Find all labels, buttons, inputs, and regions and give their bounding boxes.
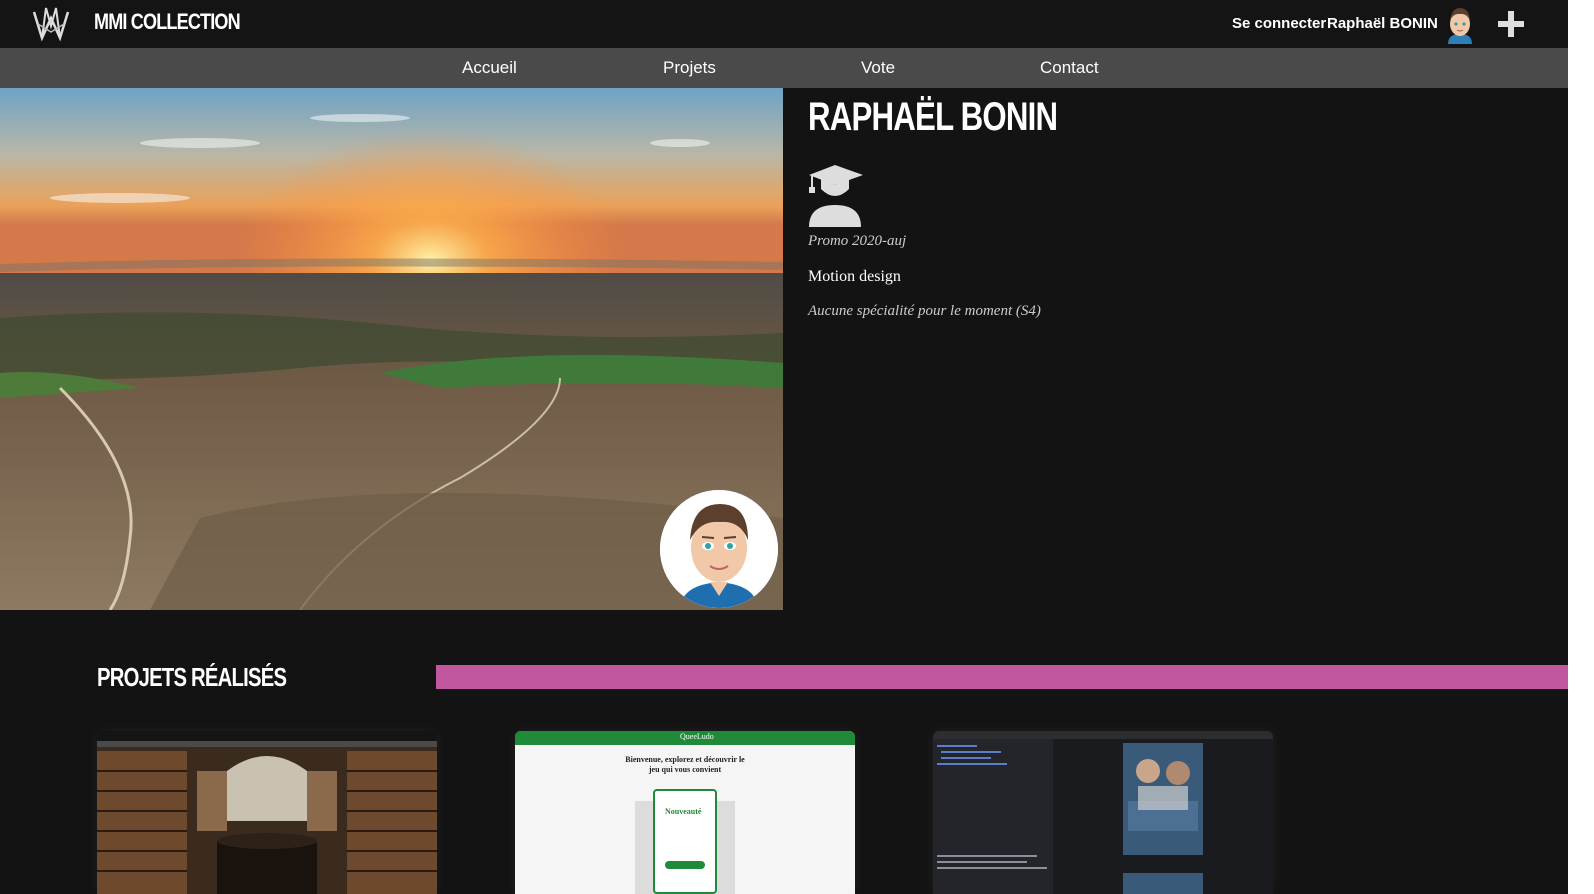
queeludo-header-title: QueeLudo <box>680 732 714 741</box>
graduate-icon <box>809 165 863 227</box>
library-thumbnail-image <box>97 731 437 894</box>
profile-name: RAPHAËL BONIN <box>808 95 1058 139</box>
speciality-text: Aucune spécialité pour le moment (S4) <box>808 303 1041 319</box>
section-divider-bar <box>436 665 1568 689</box>
login-link[interactable]: Se connecter <box>1232 15 1326 32</box>
domain-text: Motion design <box>808 268 901 285</box>
logo-icon[interactable] <box>30 4 72 44</box>
user-avatar-icon[interactable] <box>1444 4 1476 44</box>
cartoon-avatar-image <box>660 490 778 608</box>
top-header: MMI COLLECTION Se connecter Raphaël BONI… <box>0 0 1568 48</box>
project-card-queeludo[interactable]: QueeLudo Bienvenue, explorez et découvri… <box>515 731 855 894</box>
code-editor-thumbnail-image <box>933 731 1273 894</box>
add-icon[interactable] <box>1496 9 1526 39</box>
project-card-library[interactable] <box>97 731 437 894</box>
projects-section-title: PROJETS RÉALISÉS <box>97 662 287 692</box>
queeludo-welcome-text: Bienvenue, explorez et découvrir le jeu … <box>625 755 745 774</box>
nav-item-contact[interactable]: Contact <box>1040 58 1099 78</box>
project-card-code[interactable] <box>933 731 1273 894</box>
page-scrollbar[interactable] <box>1568 0 1594 894</box>
promo-text: Promo 2020-auj <box>808 233 907 249</box>
profile-avatar <box>660 490 778 608</box>
queeludo-feature-title: Nouveauté <box>665 807 702 816</box>
main-nav: Accueil Projets Vote Contact <box>0 48 1568 88</box>
nav-item-projets[interactable]: Projets <box>663 58 716 78</box>
nav-item-vote[interactable]: Vote <box>861 58 895 78</box>
brand-title[interactable]: MMI COLLECTION <box>94 9 241 35</box>
nav-item-accueil[interactable]: Accueil <box>462 58 517 78</box>
queeludo-cta-button <box>665 861 705 869</box>
queeludo-feature-card <box>653 789 717 894</box>
user-name[interactable]: Raphaël BONIN <box>1327 15 1438 32</box>
